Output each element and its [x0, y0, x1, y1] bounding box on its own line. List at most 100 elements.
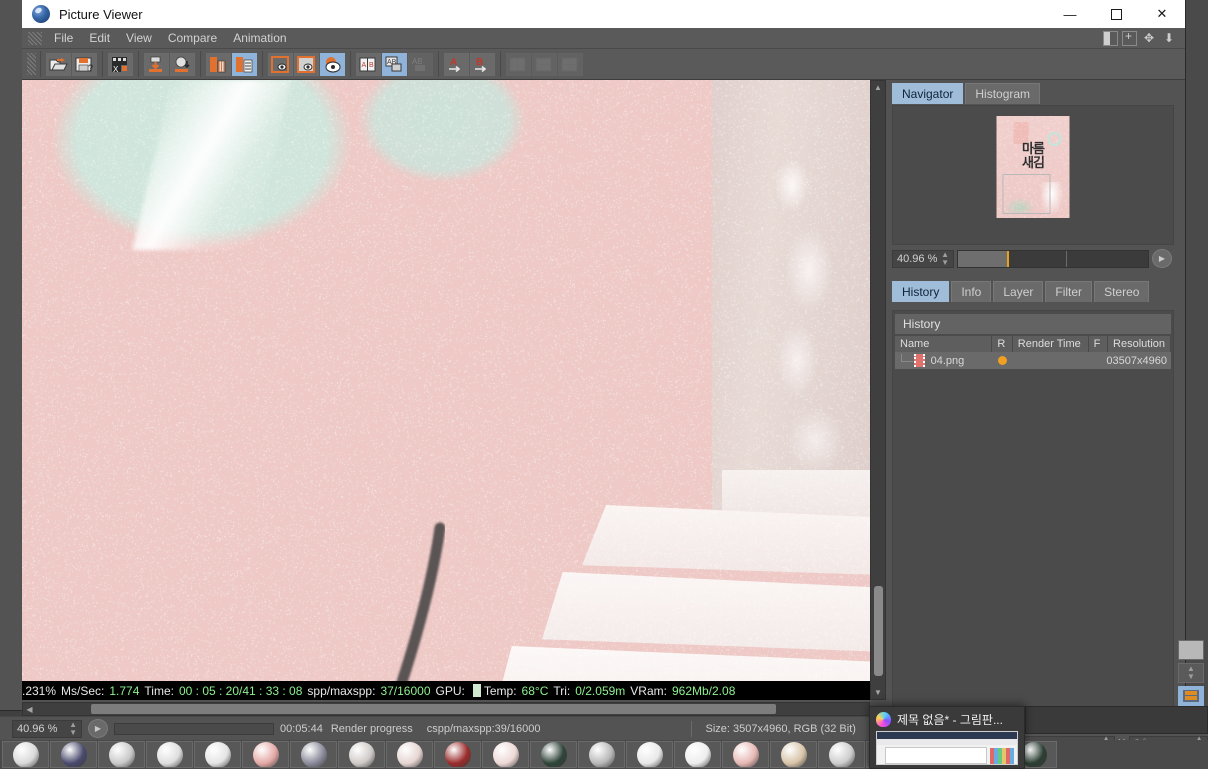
move-icon[interactable]: ✥	[1141, 31, 1157, 46]
tab-info[interactable]: Info	[951, 281, 991, 302]
mat-grey-speckle	[349, 742, 375, 768]
render-status-dot-icon	[998, 356, 1007, 365]
send-to-button[interactable]	[144, 53, 169, 76]
bottom-spinner-icon[interactable]: ▲ ▼	[69, 721, 77, 737]
ab-side-by-side-button[interactable]: A B	[356, 53, 381, 76]
tab-history[interactable]: History	[892, 281, 949, 302]
tab-histogram[interactable]: Histogram	[965, 83, 1040, 104]
material-swatch[interactable]	[242, 741, 289, 768]
drop-icon[interactable]: ⬇	[1161, 31, 1177, 46]
material-swatch[interactable]	[482, 741, 529, 768]
table-row[interactable]: 04.png 0 3507x4960	[895, 352, 1171, 369]
column-r[interactable]: R	[992, 336, 1012, 352]
save-image-button[interactable]: ?	[72, 53, 97, 76]
set-b-button[interactable]: B	[470, 53, 495, 76]
tab-stereo[interactable]: Stereo	[1094, 281, 1149, 302]
material-swatch[interactable]	[674, 741, 721, 768]
mini-spinner-button[interactable]: ▲ ▼	[1178, 663, 1204, 683]
history-list-button[interactable]	[232, 53, 257, 76]
column-f[interactable]: F	[1089, 336, 1108, 352]
mini-spinner-icon[interactable]: ▲ ▼	[1187, 665, 1195, 681]
navigator-zoom-field[interactable]: 40.96 % ▲ ▼	[892, 250, 954, 268]
clear-history-button[interactable]	[206, 53, 231, 76]
blend-view-button[interactable]	[320, 53, 345, 76]
material-swatch[interactable]	[146, 741, 193, 768]
menu-view[interactable]: View	[118, 29, 160, 47]
image-viewport[interactable]	[22, 80, 870, 681]
add-view-icon[interactable]	[1122, 31, 1137, 46]
maximize-button[interactable]	[1093, 0, 1139, 28]
close-button[interactable]: ✕	[1139, 0, 1185, 28]
menu-file[interactable]: File	[46, 29, 81, 47]
material-swatch[interactable]	[626, 741, 673, 768]
layout-3-button[interactable]	[558, 53, 583, 76]
mat-light-grey	[157, 742, 183, 768]
ab-grid-icon	[509, 56, 528, 73]
status-divider	[691, 721, 692, 737]
material-swatch[interactable]	[818, 741, 865, 768]
navigator-viewbox[interactable]	[1003, 174, 1051, 214]
minimize-button[interactable]: —	[1047, 0, 1093, 28]
material-swatch[interactable]	[50, 741, 97, 768]
material-swatch[interactable]	[386, 741, 433, 768]
column-render-time[interactable]: Render Time	[1013, 336, 1089, 352]
toolbar-group-transfer	[138, 51, 200, 77]
navigator-thumbnail[interactable]: 마름 새김	[997, 116, 1070, 218]
viewport-vertical-scrollbar[interactable]: ▲ ▼	[870, 80, 886, 700]
mini-film-button[interactable]	[1178, 686, 1204, 706]
navigator-play-button[interactable]: ▶	[1152, 249, 1172, 268]
material-swatch[interactable]	[770, 741, 817, 768]
menu-animation[interactable]: Animation	[225, 29, 294, 47]
layout-2-button[interactable]	[532, 53, 557, 76]
zoom-slider-handle[interactable]	[1007, 251, 1009, 267]
material-swatch[interactable]	[290, 741, 337, 768]
column-resolution[interactable]: Resolution	[1108, 336, 1171, 352]
view-b-button[interactable]	[294, 53, 319, 76]
material-swatch[interactable]	[194, 741, 241, 768]
ab-difference-button[interactable]: AB	[408, 53, 433, 76]
navigator-preview[interactable]: 마름 새김	[892, 105, 1174, 245]
paint-window-preview[interactable]	[876, 731, 1018, 765]
scroll-down-icon[interactable]: ▼	[871, 686, 885, 699]
load-into-button[interactable]	[170, 53, 195, 76]
material-swatch[interactable]	[434, 741, 481, 768]
split-view-icon[interactable]	[1103, 31, 1118, 46]
popup-title: 제목 없음* - 그림판...	[897, 711, 1003, 728]
material-swatch[interactable]	[578, 741, 625, 768]
material-bar[interactable]	[0, 740, 1208, 769]
scroll-left-icon[interactable]: ◀	[23, 703, 36, 715]
view-a-button[interactable]	[268, 53, 293, 76]
tab-filter[interactable]: Filter	[1045, 281, 1092, 302]
set-a-button[interactable]: A	[444, 53, 469, 76]
vscroll-thumb[interactable]	[874, 586, 883, 676]
status-tri-label: Tri:	[553, 684, 570, 698]
svg-text:B: B	[369, 62, 374, 69]
bottom-zoom-field[interactable]: 40.96 % ▲ ▼	[12, 720, 82, 738]
viewport-horizontal-scrollbar[interactable]: ◀	[22, 702, 870, 716]
tab-navigator[interactable]: Navigator	[892, 83, 963, 104]
hscroll-thumb[interactable]	[91, 704, 776, 714]
layout-1-button[interactable]	[506, 53, 531, 76]
material-swatch[interactable]	[722, 741, 769, 768]
ab-stacked-button[interactable]: AB	[382, 53, 407, 76]
material-swatch[interactable]	[530, 741, 577, 768]
delete-movie-button[interactable]: X	[108, 53, 133, 76]
status-tri-value: 0/2.059m	[575, 684, 625, 698]
spinner-icon[interactable]: ▲▼	[941, 251, 949, 267]
open-image-button[interactable]	[46, 53, 71, 76]
tab-layer[interactable]: Layer	[993, 281, 1043, 302]
drag-grip-icon[interactable]	[28, 32, 42, 45]
material-swatch[interactable]	[98, 741, 145, 768]
mini-preview-button[interactable]	[1178, 640, 1204, 660]
navigator-zoom-slider[interactable]	[957, 250, 1149, 268]
material-swatch[interactable]	[2, 741, 49, 768]
column-name[interactable]: Name	[895, 336, 992, 352]
scroll-up-icon[interactable]: ▲	[871, 81, 885, 94]
image-size-info: Size: 3507x4960, RGB (32 Bit)	[706, 723, 856, 735]
bottom-play-button[interactable]: ▶	[88, 719, 108, 738]
toolbar-grip-icon[interactable]	[27, 53, 36, 75]
taskbar-thumbnail-popup[interactable]: 제목 없음* - 그림판...	[869, 706, 1025, 769]
menu-edit[interactable]: Edit	[81, 29, 118, 47]
menu-compare[interactable]: Compare	[160, 29, 225, 47]
material-swatch[interactable]	[338, 741, 385, 768]
